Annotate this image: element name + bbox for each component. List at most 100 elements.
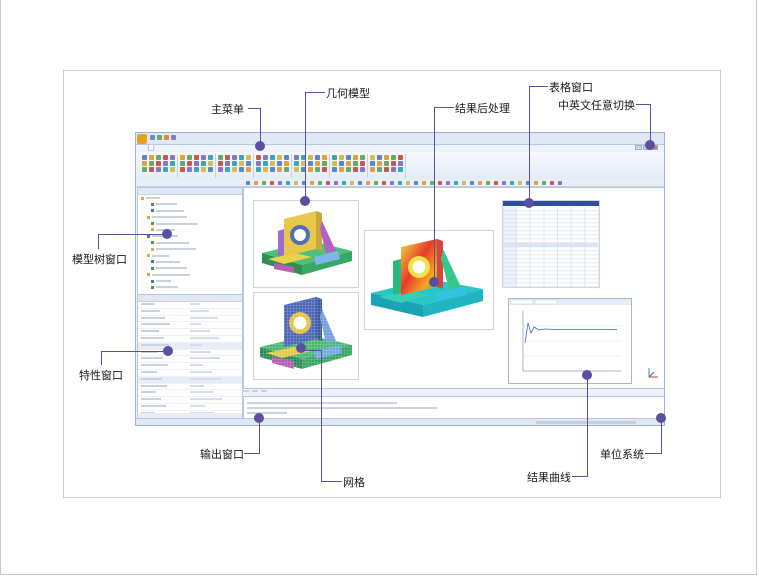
document-tab[interactable] <box>261 390 267 392</box>
ribbon-tool-icon[interactable] <box>201 167 206 172</box>
ribbon-tool-icon[interactable] <box>218 167 223 172</box>
ribbon-tool-icon[interactable] <box>315 155 320 160</box>
ribbon-tool-icon[interactable] <box>180 167 185 172</box>
ribbon-tool-icon[interactable] <box>315 161 320 166</box>
ribbon-tool-icon[interactable] <box>294 167 299 172</box>
ribbon-tool-icon[interactable] <box>208 167 213 172</box>
quick-access-icon[interactable] <box>150 135 155 140</box>
ribbon-tool-icon[interactable] <box>149 167 154 172</box>
ribbon-tool-icon[interactable] <box>353 161 358 166</box>
quick-access-icon[interactable] <box>171 135 176 140</box>
ribbon-tool-icon[interactable] <box>163 161 168 166</box>
ribbon-tool-icon[interactable] <box>398 155 403 160</box>
ribbon-tool-icon[interactable] <box>170 155 175 160</box>
toolbar-tool-icon[interactable] <box>454 180 458 185</box>
ribbon-tool-icon[interactable] <box>322 167 327 172</box>
ribbon-tool-icon[interactable] <box>156 167 161 172</box>
ribbon-tool-icon[interactable] <box>142 167 147 172</box>
ribbon-tool-icon[interactable] <box>346 161 351 166</box>
ribbon-tool-icon[interactable] <box>332 167 337 172</box>
toolbar-tool-icon[interactable] <box>326 180 330 185</box>
ribbon-tool-icon[interactable] <box>225 161 230 166</box>
toolbar-tool-icon[interactable] <box>278 180 282 185</box>
ribbon-tool-icon[interactable] <box>163 167 168 172</box>
ribbon-tool-icon[interactable] <box>180 161 185 166</box>
app-logo-icon[interactable] <box>137 134 147 144</box>
property-row[interactable] <box>138 329 242 336</box>
ribbon-tool-icon[interactable] <box>180 155 185 160</box>
property-row[interactable] <box>138 376 242 384</box>
ribbon-tool-icon[interactable] <box>170 161 175 166</box>
ribbon-tool-icon[interactable] <box>391 155 396 160</box>
ribbon-tool-icon[interactable] <box>308 167 313 172</box>
toolbar-tool-icon[interactable] <box>374 180 378 185</box>
ribbon-tool-icon[interactable] <box>156 161 161 166</box>
ribbon-tool-icon[interactable] <box>232 161 237 166</box>
ribbon-tool-icon[interactable] <box>270 161 275 166</box>
ribbon-tool-icon[interactable] <box>353 155 358 160</box>
minimize-icon[interactable] <box>635 145 642 150</box>
ribbon-tool-icon[interactable] <box>294 161 299 166</box>
ribbon-tool-icon[interactable] <box>156 155 161 160</box>
property-row[interactable] <box>138 363 242 370</box>
toolbar-tool-icon[interactable] <box>366 180 370 185</box>
ribbon-tool-icon[interactable] <box>277 155 282 160</box>
toolbar-tool-icon[interactable] <box>350 180 354 185</box>
toolbar-tool-icon[interactable] <box>494 180 498 185</box>
ribbon-tool-icon[interactable] <box>239 161 244 166</box>
property-row[interactable] <box>138 356 242 364</box>
ribbon-tool-icon[interactable] <box>270 167 275 172</box>
toolbar-tool-icon[interactable] <box>510 180 514 185</box>
toolbar-tool-icon[interactable] <box>534 180 538 185</box>
ribbon-tool-icon[interactable] <box>239 155 244 160</box>
ribbon-tool-icon[interactable] <box>246 155 251 160</box>
ribbon-tool-icon[interactable] <box>187 155 192 160</box>
tree-node[interactable] <box>138 284 242 290</box>
ribbon-tool-icon[interactable] <box>232 155 237 160</box>
toolbar-tool-icon[interactable] <box>542 180 546 185</box>
toolbar-tool-icon[interactable] <box>486 180 490 185</box>
ribbon-tool-icon[interactable] <box>194 167 199 172</box>
property-row[interactable] <box>138 390 242 398</box>
ribbon-tool-icon[interactable] <box>163 155 168 160</box>
ribbon-tool-icon[interactable] <box>391 161 396 166</box>
property-row[interactable] <box>138 309 242 316</box>
ribbon-tool-icon[interactable] <box>263 161 268 166</box>
property-row[interactable] <box>138 336 242 343</box>
ribbon-tool-icon[interactable] <box>315 167 320 172</box>
ribbon-tool-icon[interactable] <box>322 155 327 160</box>
ribbon-tool-icon[interactable] <box>218 155 223 160</box>
ribbon-tool-icon[interactable] <box>256 167 261 172</box>
property-row[interactable] <box>138 342 242 350</box>
ribbon-tool-icon[interactable] <box>246 167 251 172</box>
graphics-view[interactable] <box>243 187 664 389</box>
toolbar-tool-icon[interactable] <box>446 180 450 185</box>
document-tab[interactable] <box>243 390 249 392</box>
ribbon-tool-icon[interactable] <box>377 161 382 166</box>
property-row[interactable] <box>138 302 242 309</box>
ribbon-tool-icon[interactable] <box>225 155 230 160</box>
quick-access-icon[interactable] <box>164 135 169 140</box>
ribbon-tool-icon[interactable] <box>218 161 223 166</box>
ribbon-tool-icon[interactable] <box>308 161 313 166</box>
toolbar-tool-icon[interactable] <box>382 180 386 185</box>
unit-system-selector[interactable] <box>536 419 636 425</box>
toolbar-tool-icon[interactable] <box>470 180 474 185</box>
ribbon-tool-icon[interactable] <box>149 155 154 160</box>
toolbar-tool-icon[interactable] <box>358 180 362 185</box>
ribbon-tool-icon[interactable] <box>142 161 147 166</box>
ribbon-tool-icon[interactable] <box>322 161 327 166</box>
toolbar-tool-icon[interactable] <box>438 180 442 185</box>
ribbon-tool-icon[interactable] <box>377 167 382 172</box>
toolbar-tool-icon[interactable] <box>502 180 506 185</box>
toolbar-tool-icon[interactable] <box>334 180 338 185</box>
ribbon-tool-icon[interactable] <box>142 155 147 160</box>
ribbon-tool-icon[interactable] <box>377 155 382 160</box>
ribbon-tool-icon[interactable] <box>232 167 237 172</box>
ribbon-tool-icon[interactable] <box>263 167 268 172</box>
ribbon-tool-icon[interactable] <box>391 167 396 172</box>
ribbon-tool-icon[interactable] <box>277 167 282 172</box>
ribbon-tool-icon[interactable] <box>284 161 289 166</box>
ribbon-tool-icon[interactable] <box>187 167 192 172</box>
property-row[interactable] <box>138 370 242 377</box>
